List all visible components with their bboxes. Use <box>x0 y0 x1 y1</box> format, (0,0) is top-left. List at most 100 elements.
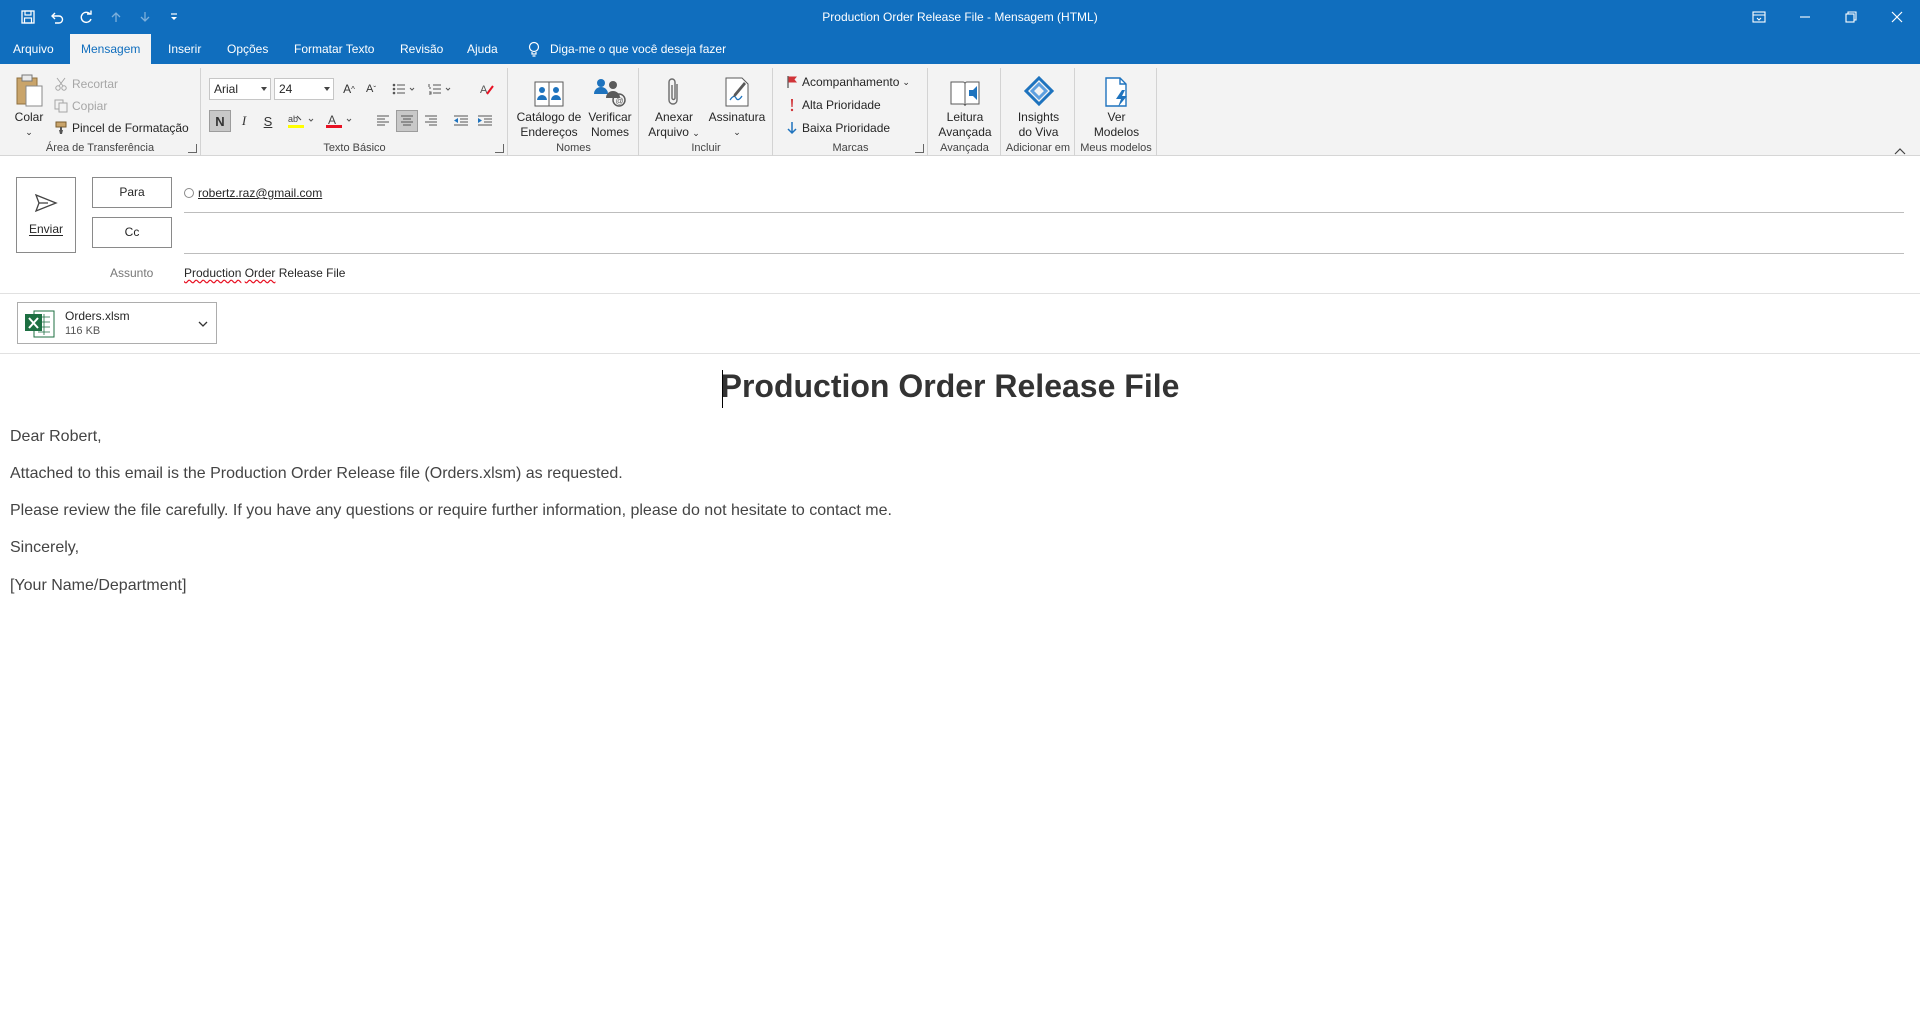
decrease-indent-icon[interactable] <box>450 110 472 132</box>
paste-button[interactable]: Colar ⌄ <box>10 70 48 140</box>
up-arrow-icon[interactable] <box>104 0 128 34</box>
redo-icon[interactable] <box>74 0 98 34</box>
save-icon[interactable] <box>16 0 40 34</box>
shrink-font-icon[interactable]: Aˇ <box>360 78 382 100</box>
address-book-button[interactable]: Catálogo de Endereços <box>516 70 582 140</box>
immersive-reader-icon <box>950 81 980 107</box>
title-bar: Production Order Release File - Mensagem… <box>0 0 1920 34</box>
group-names: Catálogo de Endereços @ Verificar Nomes … <box>509 68 639 156</box>
signature-button[interactable]: Assinatura ⌄ <box>704 70 770 140</box>
recipient-address[interactable]: robertz.raz@gmail.com <box>198 186 322 200</box>
underline-button[interactable]: S <box>257 110 279 132</box>
attachment-size: 116 KB <box>65 325 101 337</box>
minimize-icon[interactable] <box>1782 0 1828 34</box>
follow-up-button[interactable]: Acompanhamento ⌄ <box>786 72 910 92</box>
grow-font-icon[interactable]: A ^ <box>338 78 360 100</box>
dialog-launcher-icon[interactable] <box>495 144 504 153</box>
low-priority-button[interactable]: Baixa Prioridade <box>786 118 890 138</box>
chevron-down-icon: ⌄ <box>692 128 700 138</box>
restore-icon[interactable] <box>1828 0 1874 34</box>
font-name-dropdown[interactable]: Arial <box>209 78 271 100</box>
scissors-icon <box>55 77 67 91</box>
names-group-label: Nomes <box>556 142 591 154</box>
format-painter-button[interactable]: Pincel de Formatação <box>54 118 189 138</box>
down-arrow-icon[interactable] <box>133 0 157 34</box>
attach-file-button[interactable]: Anexar Arquivo ⌄ <box>644 70 704 141</box>
templates-label-2: Modelos <box>1093 125 1140 139</box>
low-priority-label: Baixa Prioridade <box>802 121 891 135</box>
copy-button[interactable]: Copiar <box>54 96 107 116</box>
svg-text:@: @ <box>616 97 624 106</box>
bold-button[interactable]: N <box>209 110 231 132</box>
templates-icon <box>1104 77 1127 107</box>
view-templates-button[interactable]: Ver Modelos <box>1084 70 1149 140</box>
clear-formatting-icon[interactable]: A <box>476 78 498 100</box>
align-right-icon[interactable] <box>420 110 442 132</box>
tab-opcoes[interactable]: Opções <box>216 34 279 64</box>
group-clipboard: Colar ⌄ Recortar Copiar Pincel de Format… <box>0 68 201 156</box>
chevron-down-icon[interactable] <box>198 317 208 331</box>
attach-label-2: Arquivo <box>648 125 689 139</box>
tab-ajuda[interactable]: Ajuda <box>456 34 509 64</box>
align-left-icon[interactable] <box>372 110 394 132</box>
basic-text-group-label: Texto Básico <box>323 142 386 154</box>
to-field-underline <box>184 212 1904 213</box>
undo-icon[interactable] <box>45 0 69 34</box>
attach-label-1: Anexar <box>654 110 694 124</box>
addin-group-label: Adicionar em <box>1005 142 1071 154</box>
subject-label: Assunto <box>110 266 154 280</box>
check-names-icon: @ <box>594 79 626 107</box>
close-icon[interactable] <box>1874 0 1920 34</box>
tab-revisao[interactable]: Revisão <box>389 34 454 64</box>
ribbon-display-icon[interactable] <box>1736 0 1782 34</box>
to-button[interactable]: Para <box>92 177 172 208</box>
increase-indent-icon[interactable] <box>474 110 496 132</box>
check-names-label-2: Nomes <box>590 125 629 139</box>
group-include: Anexar Arquivo ⌄ Assinatura ⌄ Incluir <box>640 68 773 156</box>
tab-formatar-texto[interactable]: Formatar Texto <box>283 34 385 64</box>
high-priority-label: Alta Prioridade <box>802 98 881 112</box>
tab-mensagem[interactable]: Mensagem <box>70 34 152 64</box>
address-book-label-2: Endereços <box>520 125 578 139</box>
group-tags: Acompanhamento ⌄ Alta Prioridade Baixa P… <box>774 68 928 156</box>
cut-button[interactable]: Recortar <box>54 74 118 94</box>
message-body[interactable] <box>0 354 1920 1032</box>
to-field[interactable]: robertz.raz@gmail.com <box>184 186 322 200</box>
group-templates: Ver Modelos Meus modelos <box>1076 68 1157 156</box>
send-label: Enviar <box>28 222 63 236</box>
chevron-down-icon: ⌄ <box>733 127 741 137</box>
immersive-reader-label-1: Leitura <box>946 110 984 124</box>
subject-input[interactable]: Production Order Release File <box>184 266 345 280</box>
exclamation-icon <box>790 99 794 112</box>
viva-label-1: Insights <box>1017 110 1060 124</box>
tab-arquivo[interactable]: Arquivo <box>2 34 65 64</box>
presence-icon <box>184 188 194 198</box>
highlight-icon[interactable]: ab <box>286 110 318 132</box>
high-priority-button[interactable]: Alta Prioridade <box>786 95 881 115</box>
dialog-launcher-icon[interactable] <box>915 144 924 153</box>
attachment-card[interactable]: Orders.xlsm 116 KB <box>17 302 217 344</box>
dialog-launcher-icon[interactable] <box>188 144 197 153</box>
italic-button[interactable]: I <box>233 110 255 132</box>
chevron-down-icon: ⌄ <box>25 127 33 137</box>
customize-icon[interactable] <box>162 0 186 34</box>
body-paragraph-2: Please review the file carefully. If you… <box>10 502 892 519</box>
paste-label: Colar <box>14 110 44 124</box>
cc-button[interactable]: Cc <box>92 217 172 248</box>
tell-me-search[interactable]: Diga-me o que você deseja fazer <box>528 34 726 64</box>
subject-rest: Release File <box>278 266 346 280</box>
cc-field[interactable] <box>184 222 1904 248</box>
font-size-dropdown[interactable]: 24 <box>274 78 334 100</box>
numbering-icon[interactable] <box>426 78 456 100</box>
bullets-icon[interactable] <box>390 78 420 100</box>
font-color-icon[interactable]: A <box>324 110 356 132</box>
collapse-ribbon-icon[interactable] <box>1894 144 1906 158</box>
immersive-reader-button[interactable]: Leitura Avançada <box>933 70 997 140</box>
subject-word-2: Order <box>244 266 276 280</box>
viva-insights-button[interactable]: Insights do Viva <box>1006 70 1071 140</box>
send-button[interactable]: Enviar <box>16 177 76 253</box>
check-names-button[interactable]: @ Verificar Nomes <box>585 70 635 140</box>
align-center-icon[interactable] <box>396 110 418 132</box>
tab-inserir[interactable]: Inserir <box>157 34 212 64</box>
tags-group-label: Marcas <box>832 142 869 154</box>
